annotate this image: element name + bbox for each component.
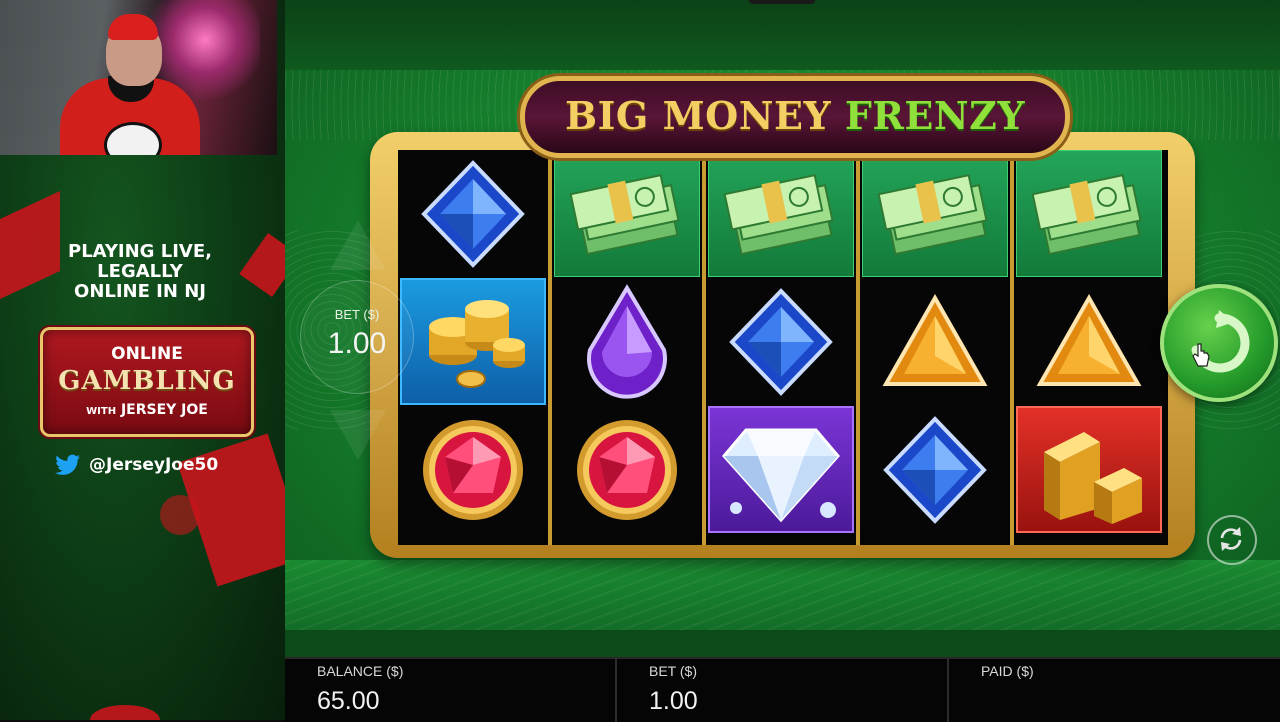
stream-overlay-panel: PLAYING LIVE, LEGALLY ONLINE IN NJ ONLIN… bbox=[0, 0, 285, 720]
reel-symbol-money-stack bbox=[554, 150, 700, 277]
reel-1 bbox=[398, 150, 548, 545]
bet-widget-label: BET ($) bbox=[334, 307, 380, 322]
bet-section: BET ($) 1.00 bbox=[617, 659, 947, 722]
purple-drop-icon bbox=[587, 283, 667, 399]
cursor-hand-icon bbox=[1192, 343, 1210, 367]
money-stack-icon bbox=[723, 173, 834, 255]
money-stack-icon bbox=[877, 173, 988, 255]
logo-line-gambling: GAMBLING bbox=[58, 366, 236, 396]
reel-5 bbox=[1014, 150, 1164, 545]
reels-grid bbox=[398, 150, 1168, 545]
reel-symbol-blue-diamond bbox=[400, 150, 546, 277]
reel-2 bbox=[552, 150, 702, 545]
info-bar: BALANCE ($) 65.00 BET ($) 1.00 PAID ($) bbox=[285, 657, 1280, 722]
bet-value: 1.00 bbox=[649, 687, 698, 715]
logo-line-jersey-joe: WITH JERSEY JOE bbox=[43, 402, 251, 418]
stream-tagline: PLAYING LIVE, LEGALLY ONLINE IN NJ bbox=[30, 242, 250, 302]
gold-bars-icon bbox=[1044, 431, 1142, 524]
paid-section: PAID ($) bbox=[949, 659, 1280, 722]
bet-increase-arrow-icon[interactable] bbox=[330, 220, 386, 270]
twitter-icon bbox=[55, 454, 81, 475]
balance-label: BALANCE ($) bbox=[317, 663, 404, 679]
reel-symbol-purple-drop bbox=[554, 278, 700, 405]
reel-3 bbox=[706, 150, 856, 545]
reel-symbol-orange-triangle bbox=[1016, 278, 1162, 405]
game-title: BIG MONEY FRENZY bbox=[525, 93, 1065, 138]
bet-circle[interactable]: BET ($) 1.00 bbox=[300, 280, 414, 394]
tagline-line: PLAYING LIVE, bbox=[68, 241, 212, 262]
webcam-feed bbox=[0, 0, 277, 155]
autoplay-icon bbox=[1220, 527, 1242, 551]
pink-gem-icon bbox=[423, 419, 523, 520]
gold-coins-icon bbox=[429, 299, 525, 388]
bet-widget-value: 1.00 bbox=[327, 327, 387, 360]
balance-value: 65.00 bbox=[317, 687, 380, 715]
decorative-red-shape bbox=[90, 705, 160, 720]
pink-gem-icon bbox=[577, 419, 677, 520]
reel-symbol-gold-bars bbox=[1016, 406, 1162, 533]
paid-label: PAID ($) bbox=[981, 663, 1034, 679]
blue-diamond-icon bbox=[883, 415, 987, 524]
money-stack-icon bbox=[1031, 173, 1142, 255]
orange-triangle-icon bbox=[1036, 293, 1142, 386]
tagline-line: LEGALLY bbox=[97, 261, 183, 282]
reel-symbol-pink-gem bbox=[400, 406, 546, 533]
big-white-diamond-icon bbox=[722, 428, 840, 522]
blue-diamond-icon bbox=[729, 287, 833, 396]
tagline-line: ONLINE IN NJ bbox=[74, 281, 206, 302]
game-bottom-band bbox=[285, 560, 1280, 657]
game-top-band bbox=[285, 0, 1280, 70]
online-gambling-logo: ONLINE GAMBLING WITH JERSEY JOE bbox=[40, 327, 254, 437]
autoplay-button[interactable] bbox=[1207, 515, 1257, 565]
reel-symbol-money-stack bbox=[708, 150, 854, 277]
reel-symbol-big-white-diamond bbox=[708, 406, 854, 533]
blue-diamond-icon bbox=[421, 159, 525, 268]
balance-section: BALANCE ($) 65.00 bbox=[285, 659, 615, 722]
reel-symbol-orange-triangle bbox=[862, 278, 1008, 405]
logo-with-text: WITH bbox=[86, 406, 117, 417]
game-title-banner: BIG MONEY FRENZY bbox=[520, 76, 1070, 158]
orange-triangle-icon bbox=[882, 293, 988, 386]
decorative-red-shape bbox=[160, 495, 200, 535]
game-title-part2: FRENZY bbox=[844, 93, 1025, 138]
logo-line-online: ONLINE bbox=[111, 344, 183, 364]
reel-symbol-blue-diamond bbox=[708, 278, 854, 405]
money-stack-icon bbox=[569, 173, 680, 255]
game-title-part1: BIG MONEY bbox=[565, 93, 832, 138]
reel-4 bbox=[860, 150, 1010, 545]
bet-label: BET ($) bbox=[649, 663, 697, 679]
bet-widget: BET ($) 1.00 bbox=[300, 220, 414, 460]
reel-symbol-gold-coins bbox=[400, 278, 546, 405]
reel-symbol-blue-diamond bbox=[862, 406, 1008, 533]
twitter-handle-row: @JerseyJoe50 bbox=[55, 453, 218, 477]
spin-button[interactable] bbox=[1160, 284, 1278, 402]
reel-symbol-money-stack bbox=[1016, 150, 1162, 277]
reel-symbol-money-stack bbox=[862, 150, 1008, 277]
bet-decrease-arrow-icon[interactable] bbox=[330, 410, 386, 460]
twitter-handle-text: @JerseyJoe50 bbox=[89, 455, 219, 475]
reel-symbol-pink-gem bbox=[554, 406, 700, 533]
logo-jersey-joe-text: JERSEY JOE bbox=[120, 402, 208, 418]
